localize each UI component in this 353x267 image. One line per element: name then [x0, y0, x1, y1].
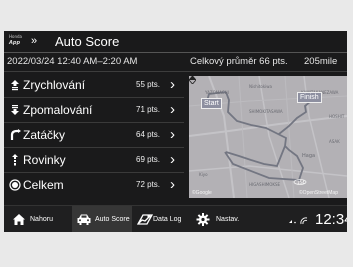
map-label: HIGASHIMOKSE — [249, 182, 281, 187]
tab-auto-score[interactable]: Auto Score — [72, 206, 132, 232]
score-row-braking[interactable]: Zpomalování 71 pts. › — [4, 98, 184, 122]
trip-distance: 205mile — [304, 56, 338, 67]
app-screen: Honda App » Auto Score 2022/03/24 12:40 … — [4, 31, 347, 232]
route-map[interactable]: YAZOMACHI Nishitokiwa SHIMOKITASAWA KAMI… — [189, 76, 347, 198]
score-label: Rovinky — [23, 153, 66, 167]
tab-label: Nastav. — [216, 216, 240, 223]
score-label: Zatáčky — [23, 128, 66, 142]
score-value: 71 pts. — [136, 105, 161, 114]
signal-status-icon — [289, 217, 308, 225]
route-finish-marker: Finish — [297, 92, 322, 103]
road-number: 154 — [297, 180, 305, 185]
braking-icon — [9, 104, 21, 116]
page-title: Auto Score — [55, 34, 120, 49]
car-icon — [77, 214, 91, 225]
score-label: Zrychlování — [23, 78, 86, 92]
map-label: ASAK — [329, 139, 340, 144]
tab-settings[interactable]: Nastav. — [192, 206, 248, 232]
map-label: Kiyo — [199, 172, 208, 177]
tab-home[interactable]: Nahoru — [4, 206, 64, 232]
chevron-right-icon: › — [170, 76, 175, 93]
score-value: 72 pts. — [136, 180, 161, 189]
cornering-icon — [9, 129, 21, 141]
app-logo: Honda App — [9, 35, 31, 48]
header-divider — [4, 52, 347, 53]
score-row-straight[interactable]: Rovinky 69 pts. › — [4, 148, 184, 172]
chevron-right-icon: › — [170, 126, 175, 143]
straight-icon — [9, 154, 21, 166]
map-label: Haga — [302, 153, 316, 159]
score-label: Celkem — [23, 178, 64, 192]
map-attribution-osm: ©OpenStreetMap — [299, 190, 338, 196]
trip-datetime: 2022/03/24 12:40 AM–2:20 AM — [7, 56, 138, 67]
tab-data-log[interactable]: Data Log — [133, 206, 190, 232]
gear-icon — [196, 213, 210, 226]
score-label: Zpomalování — [23, 103, 93, 117]
score-value: 55 pts. — [136, 80, 161, 89]
breadcrumb-separator[interactable]: » — [31, 35, 37, 48]
tab-label: Auto Score — [95, 216, 130, 223]
score-value: 64 pts. — [136, 130, 161, 139]
chevron-right-icon: › — [170, 176, 175, 193]
score-row-acceleration[interactable]: Zrychlování 55 pts. › — [4, 73, 184, 97]
clock: 12:34 — [315, 211, 347, 228]
home-icon — [13, 214, 25, 225]
tab-label: Nahoru — [30, 216, 53, 223]
compass-icon[interactable] — [189, 76, 196, 84]
score-row-total[interactable]: Celkem 72 pts. › — [4, 173, 184, 197]
map-label: HOSHIT — [329, 114, 345, 119]
bottom-navigation: Nahoru Auto Score Data Log Nastav. 12:3 — [4, 205, 347, 232]
score-value: 69 pts. — [136, 155, 161, 164]
header: Honda App » Auto Score — [4, 31, 347, 52]
route-start-marker: Start — [201, 98, 222, 109]
acceleration-icon — [9, 79, 21, 91]
score-row-cornering[interactable]: Zatáčky 64 pts. › — [4, 123, 184, 147]
map-attribution-google: ©Google — [192, 190, 212, 196]
tab-label: Data Log — [153, 216, 182, 223]
overall-average: Celkový průměr 66 pts. — [190, 56, 288, 67]
chevron-right-icon: › — [170, 151, 175, 168]
data-log-icon — [137, 214, 153, 225]
map-label: YAZOMACHI — [205, 90, 229, 95]
chevron-right-icon: › — [170, 101, 175, 118]
sub-divider — [4, 71, 347, 72]
total-icon — [9, 179, 21, 191]
map-label: SHIMOKITASAWA — [249, 109, 283, 114]
logo-text: App — [9, 40, 21, 46]
logo-brand: Honda — [9, 34, 22, 39]
map-label: Nishitokiwa — [249, 84, 272, 89]
